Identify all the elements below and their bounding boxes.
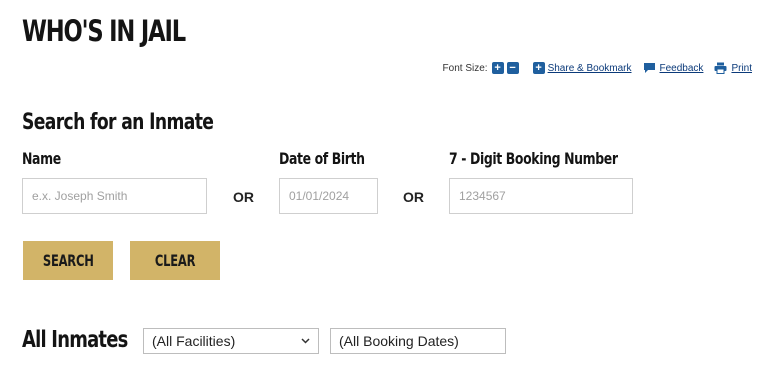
or-separator-1: OR [233,189,254,205]
share-bookmark-link[interactable]: Share & Bookmark [548,63,632,74]
clear-button[interactable]: CLEAR [130,241,220,280]
search-button[interactable]: SEARCH [23,241,113,280]
chevron-down-icon [301,336,310,347]
name-label: Name [22,149,61,168]
dob-input[interactable] [279,178,378,214]
page-toolbar: Font Size: + − + Share & Bookmark Feedba… [443,61,752,75]
facility-select[interactable]: (All Facilities) [143,328,319,354]
search-button-label: SEARCH [42,251,94,270]
feedback-link[interactable]: Feedback [660,63,704,74]
booking-number-label: 7 - Digit Booking Number [449,149,618,168]
clear-button-label: CLEAR [154,251,196,270]
booking-dates-input[interactable] [330,328,506,354]
all-inmates-title: All Inmates [22,327,128,353]
font-increase-button[interactable]: + [491,62,504,74]
or-separator-2: OR [403,189,424,205]
printer-icon [714,62,727,74]
chat-bubble-icon [643,62,656,74]
page-title: WHO'S IN JAIL [22,14,186,48]
font-decrease-button[interactable]: − [506,62,519,74]
font-size-label: Font Size: [442,62,488,74]
booking-number-input[interactable] [449,178,633,214]
plus-icon: + [532,62,545,74]
print-link[interactable]: Print [731,63,752,74]
name-input[interactable] [22,178,207,214]
facility-select-value: (All Facilities) [152,333,236,349]
dob-label: Date of Birth [279,149,365,168]
search-section-title: Search for an Inmate [22,110,214,135]
